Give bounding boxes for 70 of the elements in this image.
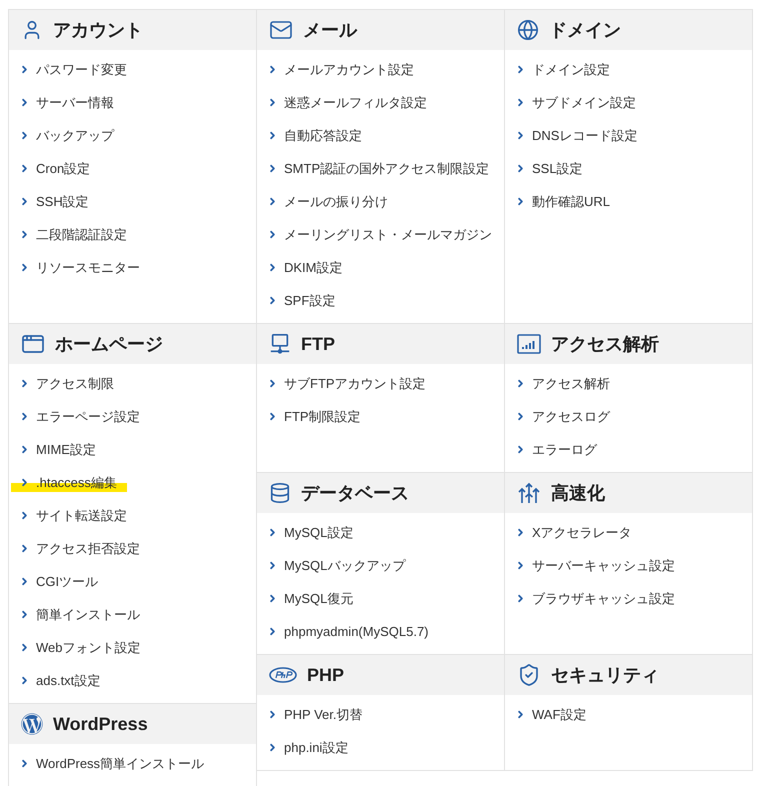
menu-link[interactable]: FTP制限設定: [267, 408, 361, 426]
section-title: FTP: [301, 334, 335, 354]
menu-link[interactable]: 迷惑メールフィルタ設定: [267, 94, 427, 112]
database-icon: [269, 482, 291, 504]
chevron-icon: [19, 758, 30, 769]
menu-link[interactable]: 自動応答設定: [267, 126, 362, 144]
section-title: セキュリティ: [551, 664, 659, 687]
section-title: WordPress: [53, 714, 148, 734]
menu-link[interactable]: アクセスログ: [515, 408, 610, 426]
menu-link[interactable]: SSH設定: [19, 192, 89, 210]
monitor-icon: [269, 333, 291, 355]
section-title: データベース: [301, 482, 409, 505]
bar-chart-icon: [517, 334, 541, 354]
mail-icon: [269, 18, 293, 42]
menu-link[interactable]: 簡単インストール: [19, 606, 140, 624]
menu-link[interactable]: アクセス拒否設定: [19, 540, 140, 558]
menu-link[interactable]: サブFTPアカウント設定: [267, 374, 426, 392]
menu-link[interactable]: メールアカウント設定: [267, 60, 414, 78]
menu-link[interactable]: MySQL復元: [267, 590, 354, 608]
menu-link[interactable]: アクセス解析: [515, 374, 610, 392]
section-title: メール: [303, 19, 357, 42]
menu-link[interactable]: WordPress簡単インストール: [19, 754, 204, 772]
chevron-icon: [267, 378, 278, 389]
menu-link[interactable]: ads.txt設定: [19, 672, 100, 690]
menu-link[interactable]: DNSレコード設定: [515, 126, 638, 144]
menu-link[interactable]: リソースモニター: [19, 258, 140, 276]
section-title: ドメイン: [549, 19, 621, 42]
php-icon: [269, 667, 297, 683]
globe-icon: [517, 19, 539, 41]
menu-link[interactable]: サーバー情報: [19, 94, 114, 112]
section-title: ホームページ: [55, 333, 163, 356]
arrows-up-icon: [517, 481, 541, 505]
browser-window-icon: [21, 332, 45, 356]
menu-link[interactable]: MySQL設定: [267, 524, 354, 542]
section-title: 高速化: [551, 482, 605, 505]
shield-check-icon: [517, 663, 541, 687]
menu-link[interactable]: phpmyadmin(MySQL5.7): [267, 624, 428, 639]
menu-link[interactable]: ブラウザキャッシュ設定: [515, 590, 675, 608]
section-title: アクセス解析: [551, 333, 659, 356]
menu-link[interactable]: WAF設定: [515, 706, 586, 724]
menu-link[interactable]: サブドメイン設定: [515, 94, 636, 112]
menu-link[interactable]: CGIツール: [19, 572, 98, 590]
menu-link[interactable]: 二段階認証設定: [19, 226, 127, 244]
menu-link[interactable]: エラーページ設定: [19, 408, 140, 426]
section-title: PHP: [307, 664, 344, 686]
menu-link[interactable]: パスワード変更: [19, 60, 127, 78]
menu-link[interactable]: DKIM設定: [267, 258, 342, 276]
menu-link[interactable]: メールの振り分け: [267, 192, 388, 210]
menu-link[interactable]: Webフォント設定: [19, 638, 140, 656]
menu-link[interactable]: サイト転送設定: [19, 506, 127, 524]
menu-link[interactable]: SMTP認証の国外アクセス制限設定: [267, 160, 490, 178]
section-title: アカウント: [53, 19, 143, 42]
menu-link[interactable]: メーリングリスト・メールマガジン: [267, 226, 492, 244]
chevron-icon: [19, 378, 30, 389]
menu-link[interactable]: 動作確認URL: [515, 192, 610, 210]
menu-link[interactable]: アクセス制限: [19, 374, 114, 392]
menu-link[interactable]: バックアップ: [19, 126, 114, 144]
menu-link[interactable]: PHP Ver.切替: [267, 706, 363, 724]
menu-link[interactable]: ドメイン設定: [515, 60, 610, 78]
menu-link[interactable]: サーバーキャッシュ設定: [515, 556, 675, 574]
menu-link[interactable]: MIME設定: [19, 440, 96, 458]
wordpress-icon: [21, 713, 43, 735]
menu-link[interactable]: Xアクセラレータ: [515, 524, 632, 542]
menu-link[interactable]: エラーログ: [515, 440, 597, 458]
menu-link[interactable]: SSL設定: [515, 160, 583, 178]
menu-link[interactable]: Cron設定: [19, 160, 90, 178]
chevron-icon: [515, 378, 526, 389]
menu-link[interactable]: MySQLバックアップ: [267, 556, 406, 574]
menu-link[interactable]: php.ini設定: [267, 738, 348, 756]
menu-link[interactable]: SPF設定: [267, 292, 336, 310]
